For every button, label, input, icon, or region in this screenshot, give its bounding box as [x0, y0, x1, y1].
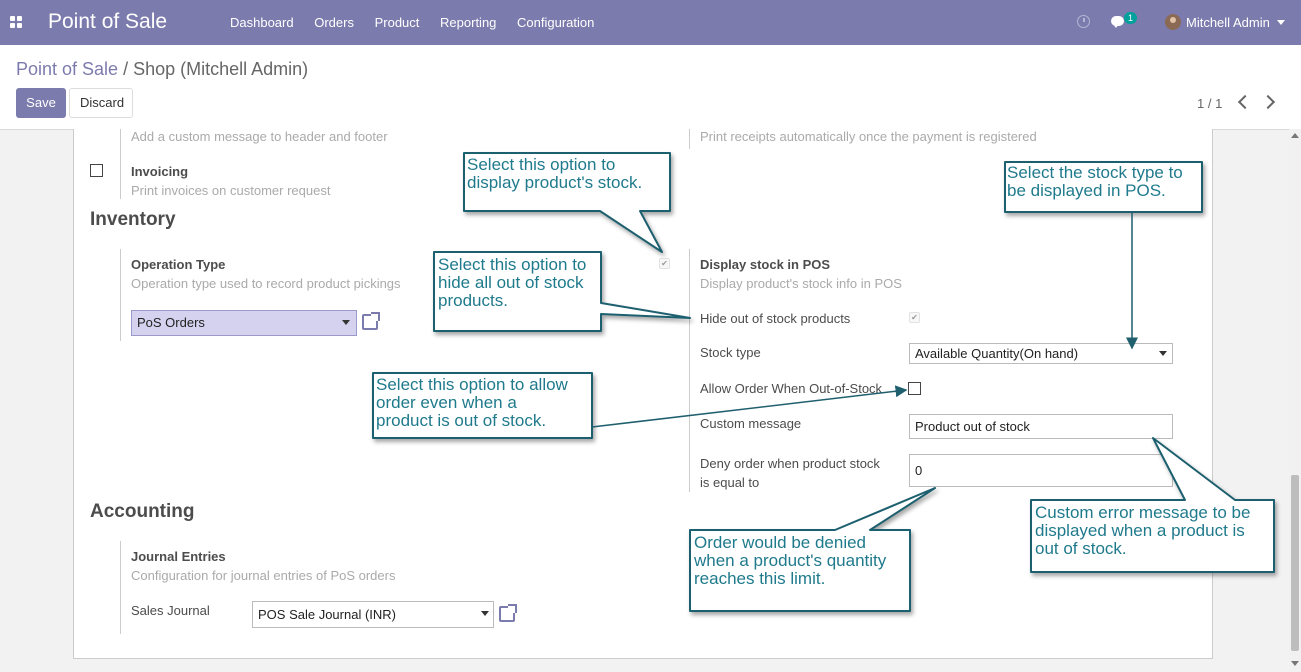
menu-orders[interactable]: Orders [314, 15, 354, 30]
display-stock-desc: Display product's stock info in POS [700, 276, 902, 291]
chevron-down-icon [481, 611, 489, 616]
allow-order-label: Allow Order When Out-of-Stock [700, 381, 883, 396]
callout-custom-error-text: Custom error message to be displayed when… [1035, 503, 1251, 558]
sales-journal-value: POS Sale Journal (INR) [258, 607, 396, 622]
allow-order-checkbox[interactable] [908, 382, 921, 395]
hide-out-of-stock-label: Hide out of stock products [700, 311, 851, 326]
main-menu: Dashboard Orders Product Reporting Confi… [230, 15, 611, 30]
top-navbar: Point of Sale Dashboard Orders Product R… [0, 0, 1301, 45]
journal-entries-title: Journal Entries [131, 549, 226, 564]
deny-order-qty-input[interactable]: 0 [909, 454, 1173, 487]
user-avatar[interactable] [1165, 14, 1181, 30]
menu-dashboard[interactable]: Dashboard [230, 15, 294, 30]
pager-next-icon[interactable] [1260, 94, 1276, 110]
custom-message-label: Custom message [700, 416, 802, 431]
breadcrumb-current: Shop (Mitchell Admin) [133, 59, 309, 79]
message-count-badge: 1 [1124, 12, 1138, 24]
callout-hide-out-text: Select this option to hide all out of sto… [438, 255, 587, 310]
accounting-heading: Accounting [90, 501, 195, 522]
scroll-up-icon[interactable] [1291, 133, 1299, 138]
stock-type-label: Stock type [700, 345, 761, 360]
external-link-icon[interactable] [362, 312, 380, 330]
sales-journal-label: Sales Journal [131, 603, 210, 618]
stock-type-select[interactable]: Available Quantity(On hand) [909, 343, 1173, 364]
sales-journal-select[interactable]: POS Sale Journal (INR) [252, 601, 494, 628]
callout-stock-type-text: Select the stock type to be displayed in … [1007, 163, 1183, 200]
menu-reporting[interactable]: Reporting [440, 15, 496, 30]
callout-allow-order-text: Select this option to allow order even wh… [376, 375, 568, 430]
operation-type-desc: Operation type used to record product pi… [131, 276, 401, 291]
pager-previous-icon[interactable] [1237, 94, 1253, 110]
messaging-chat-icon[interactable] [1111, 16, 1124, 28]
operation-type-select[interactable]: PoS Orders [131, 310, 357, 336]
save-button[interactable]: Save [16, 88, 66, 118]
stock-type-value: Available Quantity(On hand) [915, 346, 1079, 361]
pager-value[interactable]: 1 / 1 [1197, 96, 1222, 111]
form-view: Add a custom message to header and foote… [0, 129, 1289, 672]
display-stock-checkbox[interactable]: ✔ [659, 258, 670, 269]
app-title: Point of Sale [48, 10, 168, 33]
callout-display-stock-text: Select this option to display product's s… [467, 155, 643, 192]
operation-type-title: Operation Type [131, 257, 226, 272]
vertical-scrollbar[interactable] [1289, 129, 1301, 672]
invoicing-title: Invoicing [131, 164, 189, 179]
scrollbar-thumb[interactable] [1291, 475, 1299, 651]
apps-menu-icon[interactable] [10, 16, 23, 29]
auto-print-desc: Print receipts automatically once the pa… [700, 129, 1037, 144]
menu-product[interactable]: Product [375, 15, 420, 30]
breadcrumb: Point of Sale / Shop (Mitchell Admin) [16, 59, 308, 80]
menu-configuration[interactable]: Configuration [517, 15, 594, 30]
scroll-down-icon[interactable] [1291, 661, 1299, 666]
discard-button[interactable]: Discard [69, 88, 133, 118]
header-footer-desc: Add a custom message to header and foote… [131, 129, 388, 144]
operation-type-value: PoS Orders [137, 315, 205, 330]
display-stock-title: Display stock in POS [700, 257, 831, 272]
inventory-heading: Inventory [90, 209, 176, 230]
journal-entries-desc: Configuration for journal entries of PoS… [131, 568, 396, 583]
custom-message-input[interactable]: Product out of stock [909, 414, 1173, 439]
breadcrumb-parent[interactable]: Point of Sale [16, 59, 118, 79]
chevron-down-icon [1159, 351, 1167, 356]
user-caret-icon[interactable] [1277, 20, 1285, 25]
invoicing-desc: Print invoices on customer request [131, 183, 331, 198]
deny-order-label-line2: is equal to [700, 475, 760, 490]
callout-deny-order-text: Order would be denied when a product's qu… [694, 533, 887, 588]
chevron-down-icon [342, 320, 350, 325]
external-link-icon[interactable] [499, 604, 517, 622]
hide-out-of-stock-checkbox[interactable]: ✔ [909, 312, 920, 323]
deny-order-label-line1: Deny order when product stock [700, 456, 880, 471]
user-menu[interactable]: Mitchell Admin [1186, 15, 1270, 30]
control-panel: Point of Sale / Shop (Mitchell Admin) Save… [0, 45, 1301, 130]
breadcrumb-separator: / [123, 59, 129, 79]
activity-clock-icon[interactable] [1077, 15, 1090, 28]
invoicing-checkbox[interactable] [90, 164, 103, 177]
